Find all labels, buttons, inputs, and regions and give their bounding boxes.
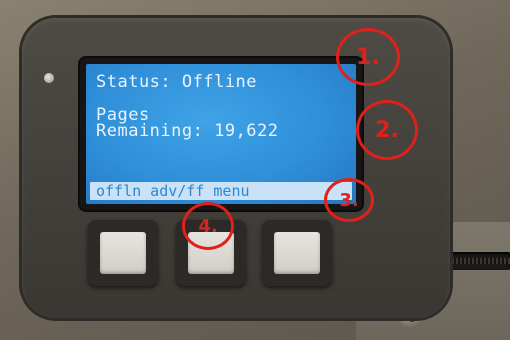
lcd-screen: Status: Offline Pages Remaining: 19,622 … xyxy=(86,64,356,204)
status-line: Status: Offline xyxy=(96,72,258,92)
annotation-marker-2: 2. xyxy=(356,100,418,160)
softkey-right-button[interactable] xyxy=(262,220,332,286)
printer-control-panel-photo: Status: Offline Pages Remaining: 19,622 … xyxy=(0,0,510,340)
softkey-left-button[interactable] xyxy=(88,220,158,286)
button-face xyxy=(100,232,146,274)
remaining-line: Remaining: 19,622 xyxy=(96,121,279,141)
annotation-marker-4: 4. xyxy=(182,202,234,250)
softkey-labels: offln adv/ff menu xyxy=(90,182,352,200)
annotation-marker-1: 1. xyxy=(336,28,400,86)
status-led-icon xyxy=(44,73,54,83)
button-face xyxy=(274,232,320,274)
annotation-marker-3: 3. xyxy=(324,178,374,222)
